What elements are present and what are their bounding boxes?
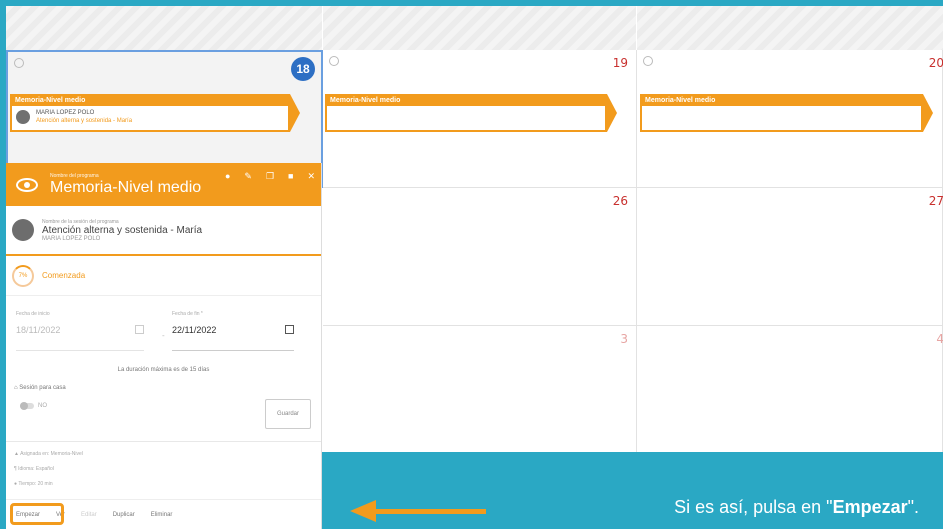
event-memoria-18[interactable]: Memoria-Nivel medio MARIA LOPEZ POLO Ate… <box>10 94 300 132</box>
event-bar: Memoria-Nivel medio <box>640 94 923 132</box>
end-date-label: Fecha de fin * <box>172 311 203 317</box>
session-name: Atención alterna y sostenida - María <box>42 224 203 236</box>
save-button[interactable]: Guardar <box>265 399 311 429</box>
start-highlight <box>10 503 64 525</box>
instruction-callout: Si es así, pulsa en "Empezar". <box>322 452 943 529</box>
arrow-left-icon <box>350 500 376 522</box>
patient-name: MARIA LOPEZ POLO <box>42 235 101 242</box>
status-label: Comenzada <box>42 271 86 280</box>
day-number: 19 <box>612 56 628 70</box>
event-patient: MARIA LOPEZ POLO <box>36 110 95 116</box>
home-session-toggle[interactable]: NO <box>20 402 47 410</box>
calendar-stage: 18 19 20 26 27 3 4 Memoria-Nivel medio M… <box>6 6 943 529</box>
duration-note: La duración máxima es de 15 días <box>117 367 210 373</box>
edit-icon[interactable]: ✎ <box>244 171 252 182</box>
day-cell-26[interactable]: 26 <box>323 188 637 326</box>
delete-button[interactable]: Eliminar <box>151 512 173 518</box>
arrow-shaft <box>374 509 486 514</box>
event-memoria-19[interactable]: Memoria-Nivel medio <box>325 94 617 132</box>
toggle-value: NO <box>38 403 47 409</box>
date-separator: - <box>162 331 165 340</box>
view-icon[interactable]: ● <box>225 171 230 182</box>
event-details-popup: Nombre del programa Memoria-Nivel medio … <box>6 163 322 529</box>
calendar-icon <box>135 325 144 334</box>
eye-icon <box>16 177 38 192</box>
meta-language: ¶ Idioma: Español <box>14 466 54 472</box>
program-label: Nombre del programa <box>50 172 99 179</box>
delete-icon[interactable]: ■ <box>288 171 293 182</box>
end-date-field[interactable]: Fecha de fin * 22/11/2022 <box>172 311 294 351</box>
progress-ring: 7% <box>12 264 34 287</box>
program-title: Memoria-Nivel medio <box>50 178 202 196</box>
close-icon[interactable]: ✕ <box>307 171 315 182</box>
day-number: 3 <box>620 332 628 346</box>
home-session-row: ⌂ Sesión para casa <box>14 385 66 391</box>
event-memoria-20[interactable]: Memoria-Nivel medio <box>640 94 933 132</box>
start-date-field: Fecha de inicio 18/11/2022 <box>16 311 144 351</box>
event-title: Memoria-Nivel medio <box>327 96 605 106</box>
day-cell-27[interactable]: 27 <box>637 188 943 326</box>
day-number: 27 <box>928 194 943 208</box>
day-number: 26 <box>612 194 628 208</box>
event-arrow <box>607 94 617 132</box>
start-date-label: Fecha de inicio <box>16 311 50 317</box>
toggle-track[interactable] <box>20 402 34 410</box>
event-session: MARIA LOPEZ POLO Atención alterna y sost… <box>16 106 296 128</box>
end-date-value[interactable]: 22/11/2022 <box>172 325 294 335</box>
status-row: 7% Comenzada <box>6 256 321 296</box>
week-header <box>6 6 322 50</box>
event-arrow <box>923 94 933 132</box>
add-circle-icon[interactable] <box>329 56 339 66</box>
event-title: Memoria-Nivel medio <box>12 96 288 106</box>
week-header <box>323 6 636 50</box>
instruction-text: Si es así, pulsa en "Empezar". <box>674 497 919 517</box>
meta-assigned: ▲ Asignada en: Memoria-Nivel <box>14 451 83 457</box>
popup-header: Nombre del programa Memoria-Nivel medio … <box>6 163 321 206</box>
event-bar: Memoria-Nivel medio <box>325 94 607 132</box>
meta-time: ● Tiempo: 20 min <box>14 481 53 487</box>
add-circle-icon[interactable] <box>14 58 24 68</box>
start-date-value: 18/11/2022 <box>16 325 61 335</box>
date-range: Fecha de inicio 18/11/2022 - Fecha de fi… <box>16 311 311 351</box>
event-title: Memoria-Nivel medio <box>642 96 921 106</box>
duplicate-button[interactable]: Duplicar <box>113 512 135 518</box>
edit-button: Editar <box>81 511 97 518</box>
avatar-icon <box>16 110 30 124</box>
add-circle-icon[interactable] <box>643 56 653 66</box>
event-session-name: Atención alterna y sostenida - María <box>36 118 133 124</box>
home-session-label: Sesión para casa <box>19 385 66 391</box>
today-badge: 18 <box>291 57 315 81</box>
avatar-icon <box>12 219 34 241</box>
day-number: 4 <box>936 332 943 346</box>
session-row: Nombre de la sesión del programa Atenció… <box>6 206 321 256</box>
day-number: 20 <box>928 56 943 70</box>
copy-icon[interactable]: ❐ <box>266 171 274 182</box>
calendar-icon[interactable] <box>285 325 294 334</box>
week-header <box>637 6 943 50</box>
